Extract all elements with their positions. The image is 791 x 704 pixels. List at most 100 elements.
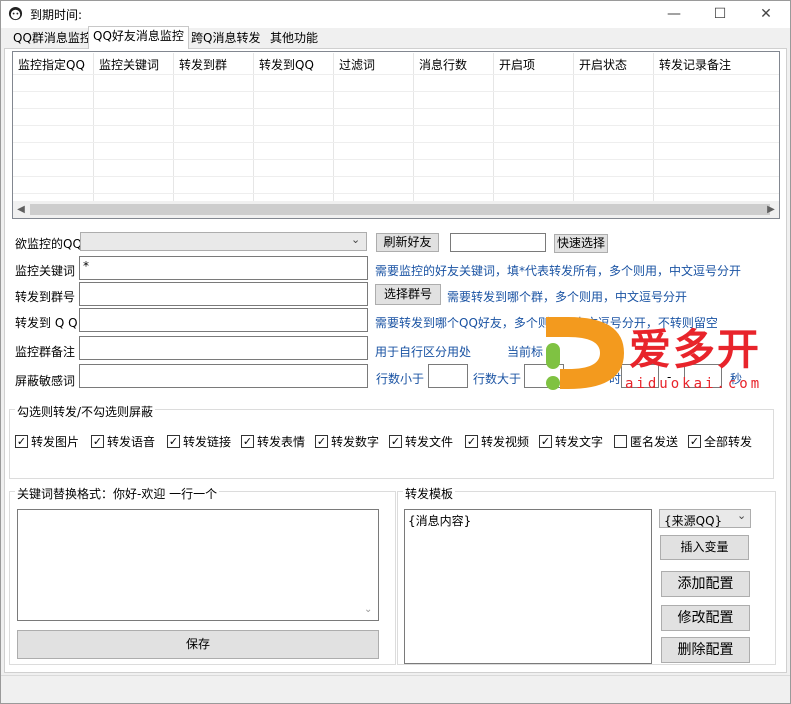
chevron-down-icon: ⌄ — [737, 509, 747, 522]
insert-variable-button[interactable]: 插入变量 — [660, 535, 749, 560]
row-divider — [13, 142, 779, 143]
replace-title: 关键词替换格式：你好-欢迎 一行一个 — [15, 485, 220, 502]
checkbox-icon[interactable]: ✓ — [539, 435, 552, 448]
forward-option-label: 转发语音 — [107, 435, 156, 449]
forward-option-checkbox[interactable]: 匿名发送 — [614, 433, 688, 450]
row-divider — [13, 193, 779, 194]
checkbox-icon[interactable]: ✓ — [465, 435, 478, 448]
select-group-button[interactable]: 选择群号 — [375, 284, 441, 305]
forward-option-label: 转发视频 — [481, 435, 530, 449]
save-button[interactable]: 保存 — [17, 630, 379, 659]
tab-cross-qq-forward[interactable]: 跨Q消息转发 — [186, 28, 266, 48]
keyword-label: 监控关键词 — [15, 264, 76, 278]
column-header[interactable]: 监控关键词 — [99, 56, 159, 73]
rows-less-label: 行数小于 — [376, 372, 425, 386]
column-header[interactable]: 转发记录备注 — [659, 56, 731, 73]
row-divider — [13, 176, 779, 177]
filter-label: 屏蔽敏感词 — [15, 374, 76, 388]
to-qq-label: 转发到 Q Q — [15, 316, 78, 330]
column-divider — [493, 53, 494, 201]
row-divider — [13, 108, 779, 109]
forward-option-checkbox[interactable]: ✓ 转发文字 — [539, 433, 614, 450]
row-divider — [13, 125, 779, 126]
column-divider — [253, 53, 254, 201]
to-group-input[interactable] — [79, 282, 368, 306]
column-header[interactable]: 转发到QQ — [259, 56, 314, 73]
template-textarea[interactable]: {消息内容} — [404, 509, 652, 664]
watch-qq-select[interactable] — [80, 232, 367, 251]
rows-more-label: 行数大于 — [473, 372, 522, 386]
remark-hint: 用于自行区分用处 — [375, 345, 472, 359]
forward-option-label: 转发文字 — [555, 435, 604, 449]
forward-option-label: 转发图片 — [31, 435, 80, 449]
column-header[interactable]: 过滤词 — [339, 56, 375, 73]
column-divider — [413, 53, 414, 201]
checkbox-icon[interactable] — [614, 435, 627, 448]
keyword-input[interactable]: * — [79, 256, 368, 280]
checkbox-icon[interactable]: ✓ — [241, 435, 254, 448]
forward-option-checkbox[interactable]: ✓ 转发数字 — [315, 433, 389, 450]
column-header[interactable]: 转发到群 — [179, 56, 227, 73]
status-bar — [1, 675, 790, 703]
textarea-scroll-down-icon[interactable]: ⌄ — [364, 604, 372, 615]
checkbox-icon[interactable]: ✓ — [15, 435, 28, 448]
row-divider — [13, 74, 779, 75]
app-window: 到期时间: — ☐ ✕ QQ群消息监控 QQ好友消息监控 跨Q消息转发 其他功能… — [0, 0, 791, 704]
scrollbar-thumb[interactable] — [30, 204, 770, 215]
forward-option-checkbox[interactable]: ✓ 转发视频 — [465, 433, 539, 450]
column-header[interactable]: 监控指定QQ — [18, 56, 85, 73]
refresh-friends-button[interactable]: 刷新好友 — [376, 233, 439, 252]
row-divider — [13, 91, 779, 92]
quick-select-input[interactable] — [450, 233, 546, 252]
forward-option-checkbox[interactable]: ✓ 转发链接 — [167, 433, 241, 450]
close-button[interactable]: ✕ — [743, 1, 789, 28]
forward-option-checkbox[interactable]: ✓ 转发表情 — [241, 433, 315, 450]
filter-input[interactable] — [79, 364, 368, 388]
tab-friend-monitor[interactable]: QQ好友消息监控 — [88, 26, 189, 49]
forward-option-label: 转发数字 — [331, 435, 380, 449]
edit-config-button[interactable]: 修改配置 — [661, 605, 750, 631]
forward-option-checkbox[interactable]: ✓ 全部转发 — [688, 433, 758, 450]
forward-option-checkbox[interactable]: ✓ 转发语音 — [91, 433, 167, 450]
column-divider — [93, 53, 94, 201]
minimize-button[interactable]: — — [651, 1, 697, 28]
checkbox-icon[interactable]: ✓ — [91, 435, 104, 448]
column-header[interactable]: 开启项 — [499, 56, 535, 73]
checkbox-icon[interactable]: ✓ — [315, 435, 328, 448]
checkbox-icon[interactable]: ✓ — [389, 435, 402, 448]
forward-option-label: 转发文件 — [405, 435, 454, 449]
quick-select-button[interactable]: 快速选择 — [554, 234, 608, 253]
maximize-button[interactable]: ☐ — [697, 1, 743, 28]
forward-options-row: ✓ 转发图片 ✓ 转发语音 ✓ 转发链接 ✓ 转发表情 ✓ 转发数字 ✓ 转发文件 ✓ 转发视频 ✓ 转发文字… — [15, 433, 758, 450]
forward-options-title: 勾选则转发/不勾选则屏蔽 — [15, 403, 156, 420]
watermark-text: 爱多开 — [629, 325, 762, 374]
watch-qq-label: 欲监控的QQ — [15, 237, 82, 251]
forward-option-checkbox[interactable]: ✓ 转发文件 — [389, 433, 465, 450]
tab-group-monitor[interactable]: QQ群消息监控 — [8, 28, 97, 48]
app-icon — [8, 6, 23, 21]
forward-option-label: 转发表情 — [257, 435, 306, 449]
column-divider — [173, 53, 174, 201]
scroll-right-icon[interactable]: ▶ — [763, 202, 779, 217]
window-title: 到期时间: — [30, 8, 83, 22]
variable-select-value: {来源QQ} — [664, 514, 723, 528]
replace-textarea[interactable] — [17, 509, 379, 621]
column-header[interactable]: 开启状态 — [579, 56, 627, 73]
watermark-url: aiduokai.com — [625, 376, 763, 392]
column-divider — [653, 53, 654, 201]
scroll-left-icon[interactable]: ◀ — [13, 202, 29, 217]
forward-option-checkbox[interactable]: ✓ 转发图片 — [15, 433, 91, 450]
checkbox-icon[interactable]: ✓ — [167, 435, 180, 448]
to-group-label: 转发到群号 — [15, 290, 76, 304]
tab-other-functions[interactable]: 其他功能 — [265, 28, 324, 48]
delete-config-button[interactable]: 删除配置 — [661, 637, 750, 663]
checkbox-icon[interactable]: ✓ — [688, 435, 701, 448]
add-config-button[interactable]: 添加配置 — [661, 571, 750, 597]
remark-input[interactable] — [79, 336, 368, 360]
keyword-hint: 需要监控的好友关键词，填*代表转发所有，多个则用，中文逗号分开 — [375, 264, 742, 278]
to-qq-input[interactable] — [79, 308, 368, 332]
forward-option-label: 全部转发 — [704, 435, 753, 449]
forward-option-label: 匿名发送 — [630, 435, 679, 449]
column-header[interactable]: 消息行数 — [419, 56, 467, 73]
rows-less-input[interactable] — [428, 364, 468, 388]
